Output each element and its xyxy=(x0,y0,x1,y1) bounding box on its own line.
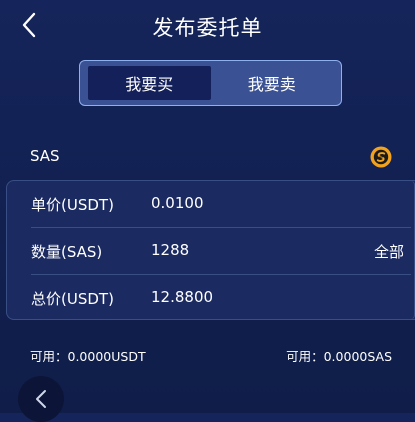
all-button[interactable]: 全部 xyxy=(374,241,404,262)
header: 发布委托单 xyxy=(0,0,415,52)
page-title: 发布委托单 xyxy=(152,16,263,40)
quantity-label: 数量(SAS) xyxy=(31,243,103,261)
price-label: 单价(USDT) xyxy=(31,196,114,214)
token-row: SAS xyxy=(30,146,392,168)
tab-sell[interactable]: 我要卖 xyxy=(211,66,334,100)
total-row: 总价(USDT) 12.8800 xyxy=(7,275,409,321)
price-input[interactable]: 0.0100 xyxy=(151,194,204,212)
sas-coin-icon xyxy=(370,146,392,168)
available-sas: 可用：0.0000SAS xyxy=(286,349,392,364)
total-value: 12.8800 xyxy=(151,288,214,306)
total-label: 总价(USDT) xyxy=(31,290,114,308)
available-usdt: 可用：0.0000USDT xyxy=(30,349,146,364)
tab-buy[interactable]: 我要买 xyxy=(88,66,211,100)
quantity-input[interactable]: 1288 xyxy=(151,241,189,259)
token-name: SAS xyxy=(30,147,60,165)
chevron-left-icon xyxy=(36,390,46,408)
floating-back-button[interactable] xyxy=(18,376,64,422)
price-row: 单价(USDT) 0.0100 xyxy=(7,181,409,227)
order-form-card: 单价(USDT) 0.0100 数量(SAS) 1288 全部 总价(USDT)… xyxy=(6,180,415,320)
buy-sell-toggle: 我要买 我要卖 xyxy=(79,60,342,106)
quantity-row: 数量(SAS) 1288 全部 xyxy=(7,228,409,274)
